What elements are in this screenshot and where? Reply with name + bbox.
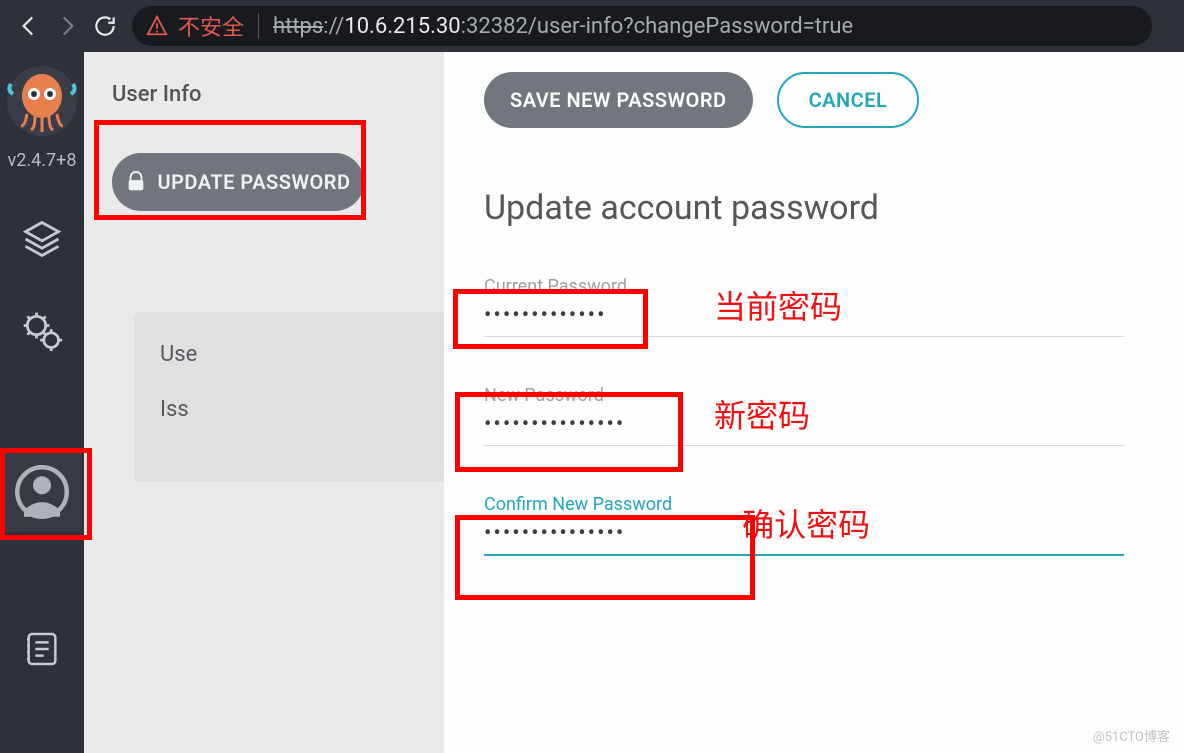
update-password-button[interactable]: UPDATE PASSWORD [112,153,364,211]
current-password-field-row: Current Password ••••••••••••• 当前密码 [484,276,1124,337]
panel-heading: Update account password [484,188,1124,228]
annot-current: 当前密码 [714,282,842,328]
insecure-warning-icon [146,15,168,37]
app-avatar[interactable] [7,66,77,136]
sidebar-item-layers[interactable] [18,215,66,263]
confirm-password-input[interactable]: ••••••••••••••• [484,521,672,552]
sidebar-item-settings[interactable] [18,307,66,355]
address-bar[interactable]: 不安全 https://10.6.215.30:32382/user-info?… [132,6,1152,46]
new-password-field-row: New Password ••••••••••••••• 新密码 [484,385,1124,446]
annot-confirm: 确认密码 [742,500,870,546]
sidebar-rail: v2.4.7+8 [0,52,84,753]
browser-chrome-bar: 不安全 https://10.6.215.30:32382/user-info?… [0,0,1184,52]
card-row-user: Use [160,342,428,367]
current-password-label: Current Password [484,276,644,297]
confirm-password-label: Confirm New Password [484,494,672,515]
update-password-label: UPDATE PASSWORD [157,170,350,194]
lock-icon [125,171,147,193]
notes-icon [22,629,62,669]
watermark: @51CTO博客 [1093,726,1170,745]
update-password-panel: SAVE NEW PASSWORD CANCEL Update account … [444,52,1184,753]
gear-icon [20,309,64,353]
layers-icon [20,217,64,261]
confirm-password-field-row: Confirm New Password ••••••••••••••• 确认密… [484,494,1124,556]
nav-forward-button[interactable] [48,7,86,45]
info-card: Use Iss [134,312,454,482]
user-info-panel: User Info UPDATE PASSWORD Use Iss [84,52,444,753]
nav-reload-button[interactable] [86,7,124,45]
sidebar-item-notes[interactable] [18,625,66,673]
page-title: User Info [112,82,416,107]
insecure-label: 不安全 [178,10,244,42]
user-icon [15,465,69,519]
app-version: v2.4.7+8 [8,150,77,171]
cancel-button[interactable]: CANCEL [777,72,920,128]
card-row-issuer: Iss [160,397,428,422]
sidebar-item-user[interactable] [2,452,82,532]
divider [258,13,259,39]
address-url: https://10.6.215.30:32382/user-info?chan… [273,14,853,39]
save-new-password-button[interactable]: SAVE NEW PASSWORD [484,72,753,128]
new-password-input[interactable]: ••••••••••••••• [484,412,644,443]
current-password-input[interactable]: ••••••••••••• [484,303,644,334]
nav-back-button[interactable] [10,7,48,45]
new-password-label: New Password [484,385,644,406]
annot-new: 新密码 [714,391,810,437]
